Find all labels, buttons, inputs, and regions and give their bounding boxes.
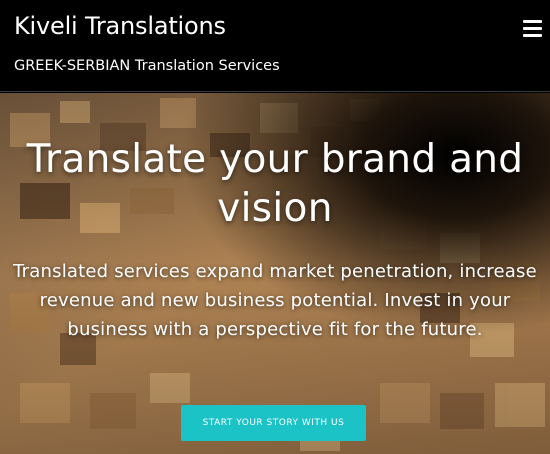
hamburger-menu-icon[interactable] bbox=[523, 20, 542, 38]
hero-section: Translate your brand and vision Translat… bbox=[0, 93, 550, 454]
start-story-button[interactable]: START YOUR STORY WITH US bbox=[181, 405, 366, 441]
site-header: Kiveli Translations GREEK-SERBIAN Transl… bbox=[0, 0, 550, 92]
site-title[interactable]: Kiveli Translations bbox=[14, 10, 226, 42]
site-tagline: GREEK-SERBIAN Translation Services bbox=[14, 58, 280, 74]
hero-description: Translated services expand market penetr… bbox=[13, 261, 537, 340]
hero-title: Translate your brand and vision bbox=[26, 137, 524, 231]
